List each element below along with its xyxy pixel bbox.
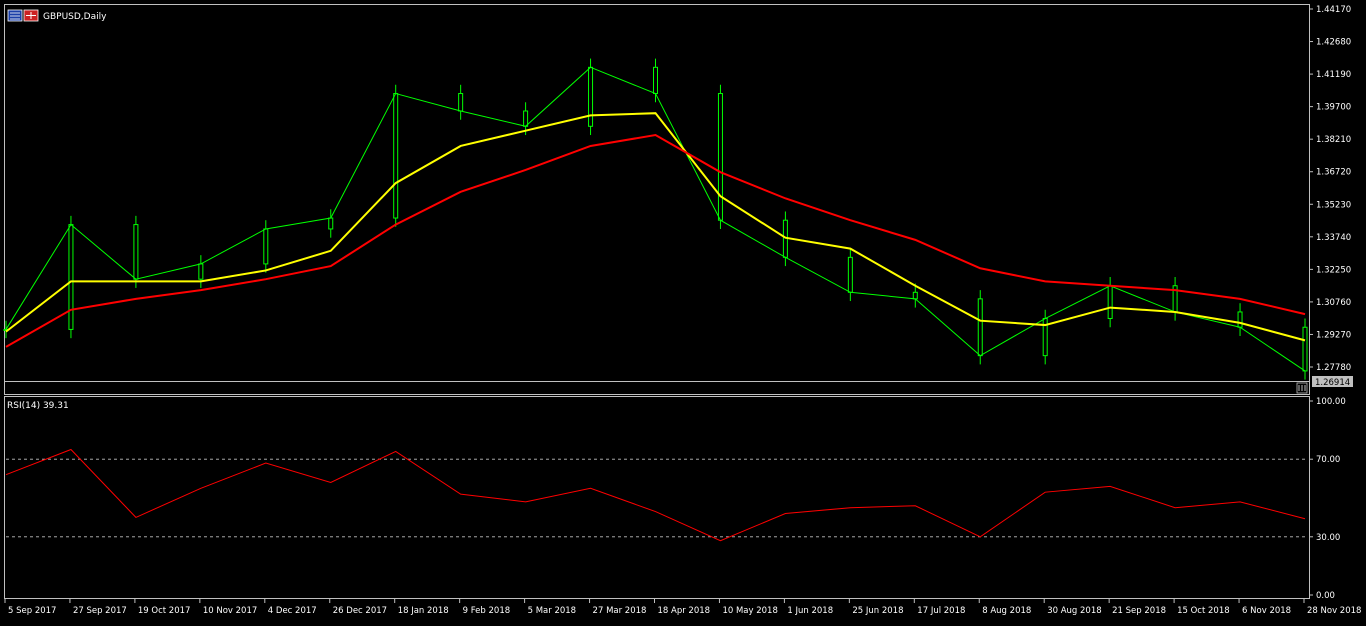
price-candle-body [458, 93, 464, 112]
time-axis-label: 6 Nov 2018 [1242, 606, 1291, 616]
symbol-label: GBPUSD,Daily [43, 12, 107, 22]
time-axis-label: 8 Aug 2018 [982, 606, 1031, 616]
time-axis-label: 27 Sep 2017 [73, 606, 127, 616]
price-axis-label: 1.30760 [1316, 298, 1351, 308]
time-axis-label: 19 Oct 2017 [138, 606, 191, 616]
rsi-axis-label: 70.00 [1316, 455, 1340, 465]
time-axis-label: 5 Mar 2018 [528, 606, 576, 616]
price-candle-body [133, 224, 139, 280]
price-axis-label: 1.32250 [1316, 265, 1351, 275]
time-axis-label: 18 Jan 2018 [398, 606, 449, 616]
price-candle-body [1302, 326, 1308, 372]
price-candle-body [847, 256, 853, 293]
time-axis-label: 21 Sep 2018 [1112, 606, 1166, 616]
time-axis-label: 15 Oct 2018 [1177, 606, 1230, 616]
time-axis-label: 5 Sep 2017 [8, 606, 56, 616]
chart-shift-icon[interactable] [1296, 382, 1308, 394]
price-candle-body [653, 66, 658, 95]
price-candle-body [1107, 285, 1113, 320]
time-axis-label: 25 Jun 2018 [852, 606, 903, 616]
price-candle-body [912, 291, 918, 300]
price-candle-body [328, 217, 334, 230]
rsi-axis-label: 30.00 [1316, 533, 1340, 543]
time-axis-label: 27 Mar 2018 [593, 606, 647, 616]
time-axis-label: 18 Apr 2018 [658, 606, 711, 616]
price-candle-body [68, 224, 74, 330]
price-candle-body [588, 66, 594, 127]
price-candle-body [263, 228, 269, 265]
price-axis-label: 1.41190 [1316, 70, 1351, 80]
price-axis-label: 1.27780 [1316, 363, 1351, 373]
price-candle-body [1237, 311, 1243, 328]
chart-canvas[interactable]: GBPUSD,Daily RSI(14) 39.31 1.44170 1.4268… [0, 0, 1366, 622]
time-axis-label: 10 May 2018 [722, 606, 777, 616]
price-candle-body [977, 298, 983, 357]
price-axis-label: 1.33740 [1316, 233, 1351, 243]
rsi-axis-label: 100.00 [1316, 397, 1346, 407]
price-candle-body [198, 263, 204, 280]
time-axis-label: 30 Aug 2018 [1047, 606, 1101, 616]
price-axis-label: 1.36720 [1316, 168, 1351, 178]
time-axis-label: 17 Jul 2018 [917, 606, 965, 616]
current-price-label: 1.26914 [1315, 378, 1350, 388]
price-candle-body [393, 93, 399, 219]
time-axis-label: 26 Dec 2017 [333, 606, 387, 616]
price-candle-body [717, 93, 723, 221]
time-axis-label: 28 Nov 2018 [1307, 606, 1361, 616]
rsi-label: RSI(14) 39.31 [7, 401, 69, 411]
price-axis-label: 1.44170 [1316, 5, 1351, 15]
price-candle-body [523, 110, 529, 127]
price-axis-label: 1.29270 [1316, 330, 1351, 340]
chart-window[interactable]: GBPUSD,Daily RSI(14) 39.31 1.44170 1.4268… [0, 0, 1366, 622]
time-axis-label: 4 Dec 2017 [268, 606, 317, 616]
price-axis-label: 1.42680 [1316, 38, 1351, 48]
price-axis-label: 1.39700 [1316, 103, 1351, 113]
rsi-axis-label: 0.00 [1316, 591, 1335, 601]
time-axis-label: 9 Feb 2018 [463, 606, 511, 616]
time-axis-label: 10 Nov 2017 [203, 606, 257, 616]
price-axis-label: 1.35230 [1316, 200, 1351, 210]
time-axis-label: 1 Jun 2018 [787, 606, 833, 616]
price-axis-label: 1.38210 [1316, 135, 1351, 145]
